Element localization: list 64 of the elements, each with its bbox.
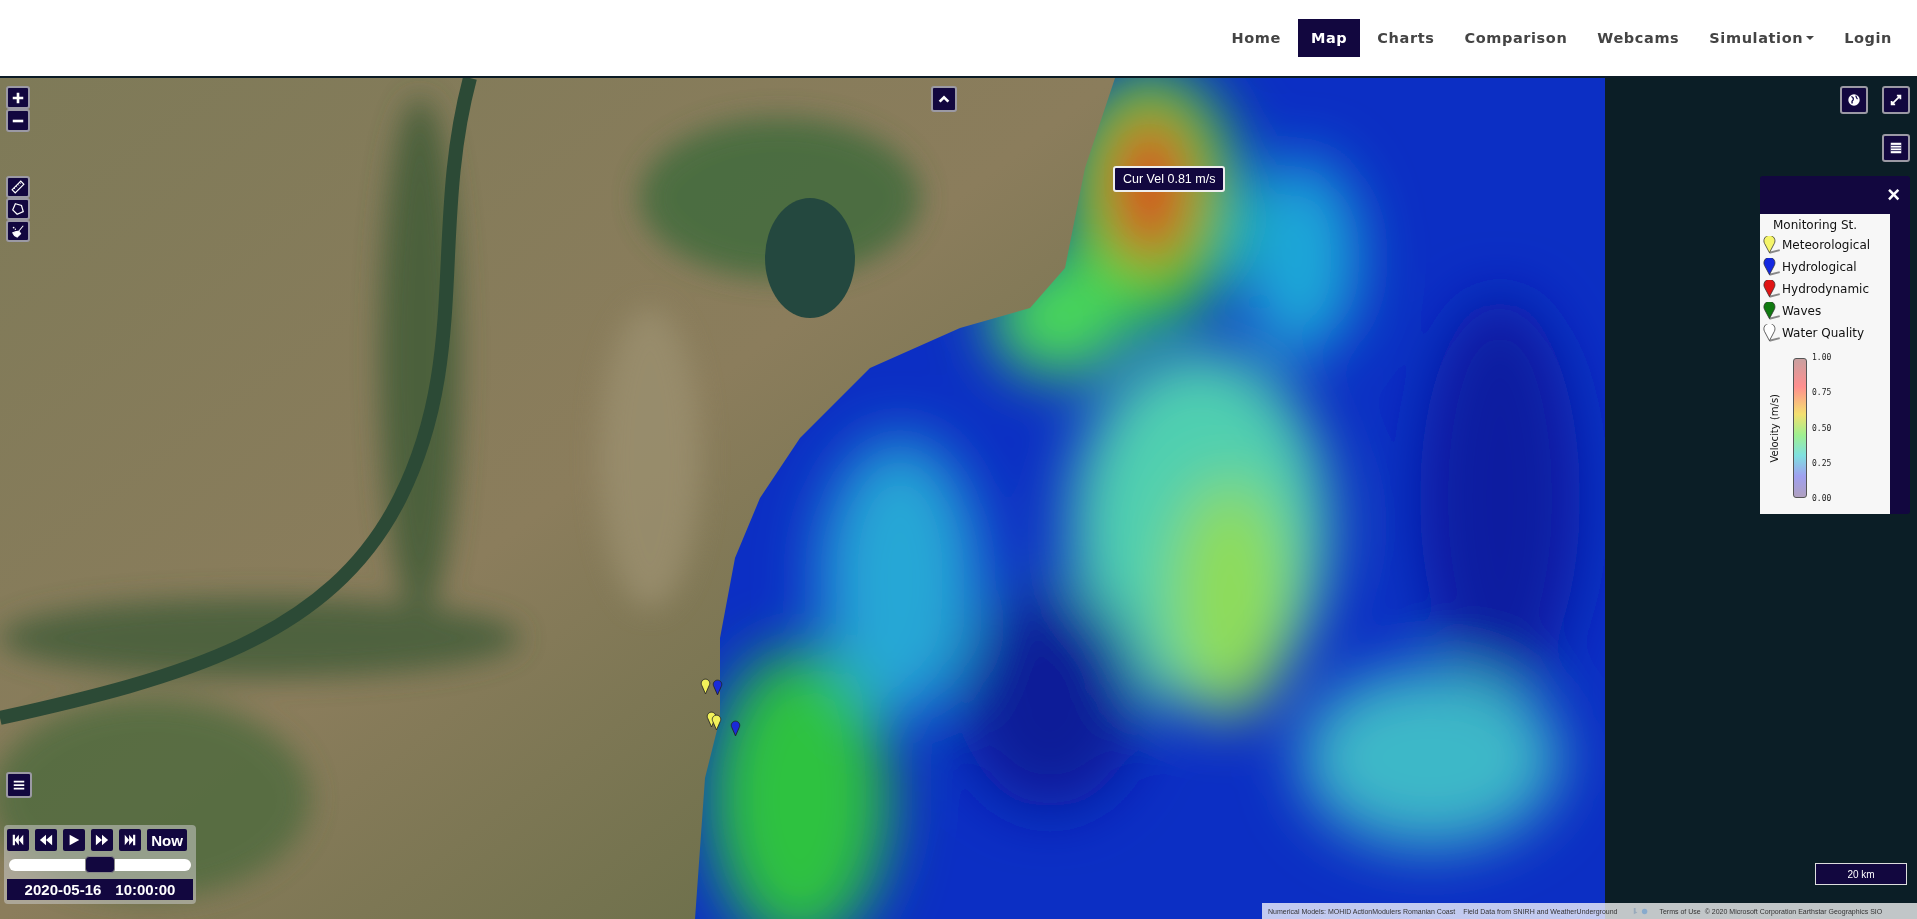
forward-button[interactable] xyxy=(91,829,113,851)
pin-icon xyxy=(1763,280,1781,298)
polygon-icon xyxy=(11,202,25,216)
legend-label: Waves xyxy=(1782,304,1822,318)
menu-icon xyxy=(12,778,26,792)
pin-icon xyxy=(1763,236,1781,254)
play-button[interactable] xyxy=(63,829,85,851)
rewind-button[interactable] xyxy=(35,829,57,851)
nav-link[interactable]: Map xyxy=(1297,19,1361,57)
legend-label: Meteorological xyxy=(1782,238,1871,252)
station-marker[interactable] xyxy=(711,714,722,731)
skip-forward-icon xyxy=(123,833,137,847)
time-slider[interactable] xyxy=(9,859,191,871)
pin-icon xyxy=(1763,302,1781,320)
datetime-display: 2020-05-16 10:00:00 xyxy=(7,879,193,900)
colorbar-tick: 0.50 xyxy=(1812,423,1832,433)
fullscreen-button[interactable] xyxy=(1882,86,1910,114)
nav-link[interactable]: Comparison xyxy=(1451,19,1581,57)
pin-icon xyxy=(1763,324,1781,342)
station-marker[interactable] xyxy=(712,679,723,696)
polygon-tool-button[interactable] xyxy=(6,198,30,220)
measure-tool-button[interactable] xyxy=(6,176,30,198)
nav-link[interactable]: Charts xyxy=(1364,19,1448,57)
legend-toggle-button[interactable] xyxy=(1882,134,1910,162)
colorbar-tick: 0.25 xyxy=(1812,458,1832,468)
legend-label: Water Quality xyxy=(1782,326,1865,340)
colorbar-label: Velocity (m/s) xyxy=(1769,393,1781,463)
first-button[interactable] xyxy=(7,829,29,851)
clear-tool-button[interactable] xyxy=(6,220,30,242)
zoom-out-button[interactable] xyxy=(6,109,30,132)
caret-icon xyxy=(1806,36,1815,40)
colorbar-tick: 0.00 xyxy=(1812,494,1832,503)
expand-icon xyxy=(1889,93,1903,107)
colorbar-tick: 1.00 xyxy=(1812,353,1832,362)
legend-title: Monitoring St. xyxy=(1772,218,1859,232)
nav-link[interactable]: Login xyxy=(1831,19,1905,57)
scale-bar: 20 km xyxy=(1815,863,1907,885)
colorbar-tick: 0.75 xyxy=(1812,388,1832,398)
station-marker[interactable] xyxy=(700,678,711,695)
station-marker[interactable] xyxy=(730,720,741,737)
slider-thumb[interactable] xyxy=(85,856,115,873)
legend-label: Hydrological xyxy=(1782,260,1857,274)
globe-icon xyxy=(1847,93,1861,107)
zoom-in-button[interactable] xyxy=(6,86,30,109)
pin-icon xyxy=(1763,258,1781,276)
nav-link[interactable]: Webcams xyxy=(1584,19,1693,57)
broom-icon xyxy=(11,224,25,238)
now-button[interactable]: Now xyxy=(147,829,187,851)
collapse-button[interactable] xyxy=(931,86,957,112)
plus-icon xyxy=(11,90,25,105)
close-button[interactable]: × xyxy=(1883,184,1904,206)
rewind-icon xyxy=(39,833,53,847)
nav-dropdown[interactable]: Simulation xyxy=(1696,19,1828,57)
play-icon xyxy=(67,833,81,847)
nav-link[interactable]: Home xyxy=(1218,19,1294,57)
velocity-tooltip: Cur Vel 0.81 m/s xyxy=(1113,166,1226,192)
skip-back-icon xyxy=(11,833,25,847)
list-icon xyxy=(1889,141,1903,155)
ruler-icon xyxy=(11,180,25,194)
last-button[interactable] xyxy=(119,829,141,851)
basemap-button[interactable] xyxy=(1840,86,1868,114)
menu-button[interactable] xyxy=(6,772,32,798)
fast-forward-icon xyxy=(95,833,109,847)
legend-label: Hydrodynamic xyxy=(1782,282,1870,296)
